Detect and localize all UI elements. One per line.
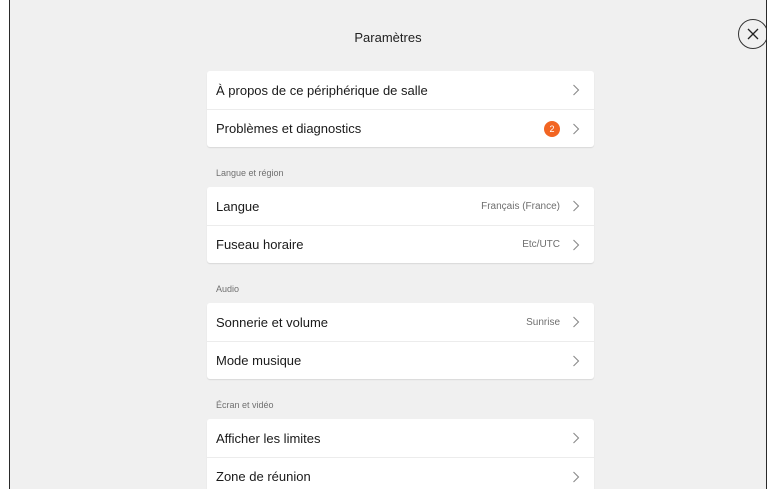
chevron-right-icon [573, 471, 580, 482]
chevron-right-icon [573, 200, 580, 212]
settings-group-language-region: Langue Français (France) Fuseau horaire … [207, 187, 594, 263]
chevron-right-icon [573, 84, 580, 96]
language-value: Français (France) [481, 200, 560, 212]
music-mode-item[interactable]: Mode musique [207, 341, 594, 379]
section-label-audio: Audio [216, 284, 240, 294]
chevron-right-icon [573, 355, 580, 366]
language-label: Langue [216, 198, 260, 214]
close-icon [747, 28, 759, 40]
about-room-device-item[interactable]: À propos de ce périphérique de salle [207, 71, 594, 109]
about-room-device-label: À propos de ce périphérique de salle [216, 82, 428, 98]
section-label-screen-video: Écran et vidéo [216, 400, 274, 410]
issues-diagnostics-label: Problèmes et diagnostics [216, 121, 362, 136]
language-item[interactable]: Langue Français (France) [207, 187, 594, 225]
chevron-right-icon [573, 432, 580, 444]
settings-group-general: À propos de ce périphérique de salle Pro… [207, 71, 594, 147]
ringtone-volume-item[interactable]: Sonnerie et volume Sunrise [207, 303, 594, 341]
chevron-right-icon [573, 316, 580, 328]
ringtone-value: Sunrise [526, 316, 560, 328]
settings-group-audio: Sonnerie et volume Sunrise Mode musique [207, 303, 594, 379]
chevron-right-icon [573, 239, 580, 250]
meeting-zone-item[interactable]: Zone de réunion [207, 457, 594, 489]
ringtone-volume-label: Sonnerie et volume [216, 314, 329, 330]
issues-count-badge: 2 [544, 120, 560, 137]
timezone-label: Fuseau horaire [216, 237, 304, 252]
close-button[interactable] [738, 19, 766, 49]
show-boundaries-item[interactable]: Afficher les limites [207, 419, 594, 457]
page-title: Paramètres [354, 30, 422, 45]
section-label-language-region: Langue et région [216, 168, 284, 178]
settings-panel: Paramètres À propos de ce périphérique d… [9, 0, 767, 489]
meeting-zone-label: Zone de réunion [216, 469, 311, 484]
issues-diagnostics-item[interactable]: Problèmes et diagnostics 2 [207, 109, 594, 147]
timezone-value: Etc/UTC [522, 239, 560, 250]
chevron-right-icon [573, 123, 580, 134]
timezone-item[interactable]: Fuseau horaire Etc/UTC [207, 225, 594, 263]
music-mode-label: Mode musique [216, 353, 302, 368]
settings-group-screen-video: Afficher les limites Zone de réunion [207, 419, 594, 489]
show-boundaries-label: Afficher les limites [216, 430, 321, 446]
